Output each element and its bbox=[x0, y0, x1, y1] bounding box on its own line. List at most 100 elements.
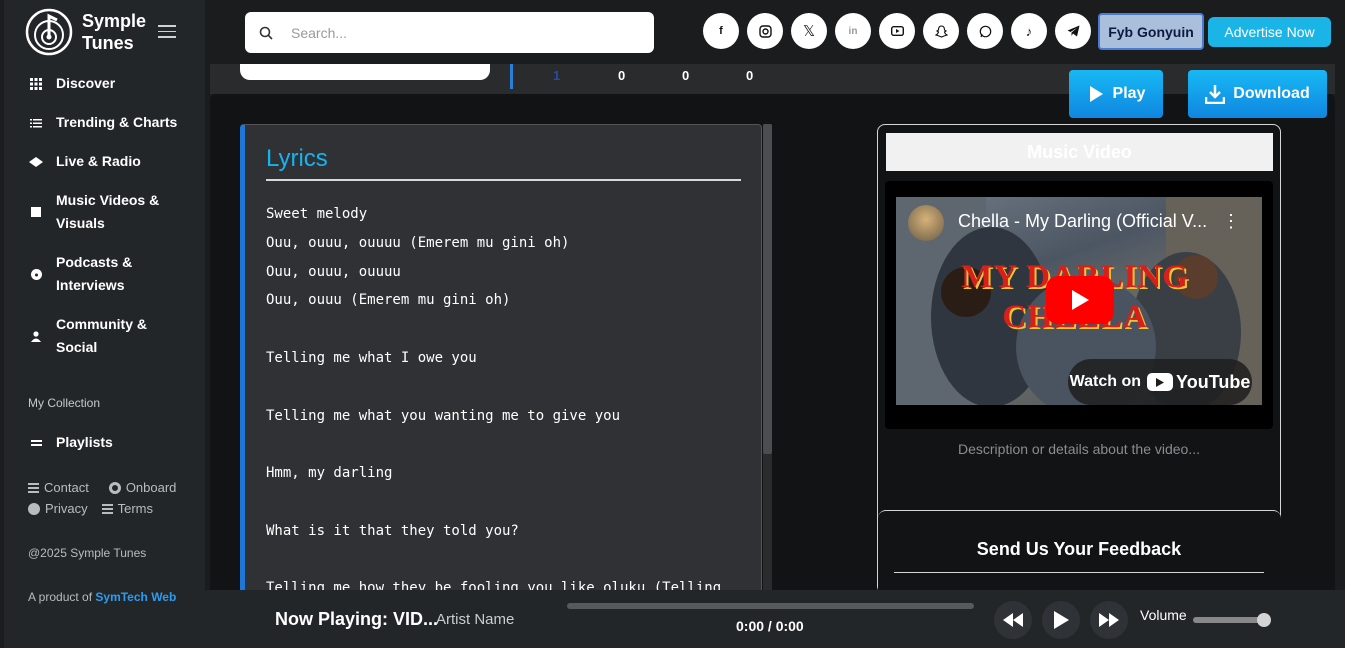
sidebar-item-label: Discover bbox=[56, 75, 116, 91]
product-credit: A product of SymTech Web bbox=[28, 588, 178, 607]
linkedin-icon[interactable]: in bbox=[835, 13, 871, 49]
stat-value: 0 bbox=[618, 68, 626, 83]
facebook-icon[interactable]: f bbox=[703, 13, 739, 49]
sidebar-item-music-videos[interactable]: Music Videos & Visuals bbox=[28, 189, 159, 235]
advertise-button[interactable]: Advertise Now bbox=[1208, 17, 1331, 47]
brand[interactable]: Symple Tunes bbox=[24, 8, 152, 56]
brand-line-2: Tunes bbox=[82, 33, 134, 53]
tiktok-icon[interactable]: ♪ bbox=[1011, 13, 1047, 49]
previous-button[interactable] bbox=[994, 601, 1032, 639]
user-icon bbox=[28, 313, 44, 359]
onboard-icon bbox=[108, 481, 121, 494]
rewind-icon bbox=[1003, 613, 1023, 627]
watch-on-label: Watch on bbox=[1069, 373, 1142, 390]
sidebar-item-label: Podcasts & Interviews bbox=[56, 254, 133, 293]
stats-strip: 1 0 0 0 bbox=[210, 64, 1335, 94]
lyrics-scrollbar-thumb[interactable] bbox=[763, 124, 772, 454]
play-pause-button[interactable] bbox=[1042, 601, 1080, 639]
sidebar-item-live-radio[interactable]: Live & Radio bbox=[28, 150, 141, 173]
symtech-link[interactable]: SymTech Web bbox=[95, 590, 176, 604]
grid-icon bbox=[28, 72, 44, 95]
search-bar[interactable] bbox=[245, 12, 654, 53]
broadcast-icon bbox=[28, 150, 44, 173]
more-options-icon[interactable]: ⋮ bbox=[1222, 211, 1240, 232]
hamburger-menu-icon[interactable] bbox=[158, 25, 176, 42]
copyright: @2025 Symple Tunes bbox=[28, 546, 147, 560]
now-playing-artist: Artist Name bbox=[436, 611, 515, 628]
video-embed[interactable]: Chella - My Darling (Official V... ⋮ MY … bbox=[885, 181, 1273, 429]
user-profile-button[interactable]: Fyb Gonyuin bbox=[1098, 13, 1204, 50]
contact-link[interactable]: Contact bbox=[28, 480, 89, 495]
top-header: f 𝕏 in ♪ Fyb Gonyuin Advertise Now bbox=[205, 0, 1345, 64]
product-prefix: A product of bbox=[28, 590, 96, 604]
sidebar-item-label: Trending & Charts bbox=[56, 114, 178, 130]
play-icon bbox=[1054, 611, 1069, 629]
sidebar-item-playlists[interactable]: Playlists bbox=[28, 431, 113, 454]
stats-accent-bar bbox=[510, 64, 513, 89]
podcast-icon bbox=[28, 251, 44, 297]
stat-value: 0 bbox=[682, 68, 690, 83]
instagram-icon[interactable] bbox=[747, 13, 783, 49]
feedback-title: Send Us Your Feedback bbox=[976, 539, 1182, 559]
sidebar-item-trending[interactable]: Trending & Charts bbox=[28, 111, 177, 134]
play-icon bbox=[1089, 86, 1103, 102]
sidebar-item-podcasts[interactable]: Podcasts & Interviews bbox=[28, 251, 132, 297]
fast-forward-icon bbox=[1099, 613, 1119, 627]
volume-label: Volume bbox=[1140, 607, 1187, 623]
youtube-video-title[interactable]: Chella - My Darling (Official V... bbox=[958, 211, 1207, 232]
play-button[interactable]: Play bbox=[1069, 70, 1163, 118]
search-input[interactable] bbox=[291, 24, 621, 41]
playback-time: 0:00 / 0:00 bbox=[736, 618, 804, 634]
youtube-logo: YouTube bbox=[1147, 372, 1250, 393]
channel-avatar[interactable] bbox=[908, 205, 944, 241]
whatsapp-icon[interactable] bbox=[967, 13, 1003, 49]
playlist-icon bbox=[28, 431, 44, 454]
play-button-label: Play bbox=[1112, 85, 1146, 102]
sidebar-item-discover[interactable]: Discover bbox=[28, 72, 115, 95]
feedback-section: Send Us Your Feedback bbox=[878, 510, 1281, 600]
snapchat-icon[interactable] bbox=[923, 13, 959, 49]
footer-links-row-1: Contact Onboard bbox=[28, 480, 176, 495]
sidebar-item-label: Music Videos & Visuals bbox=[56, 192, 160, 231]
sidebar: Symple Tunes Discover Trending & Charts … bbox=[4, 0, 205, 648]
youtube-icon[interactable] bbox=[879, 13, 915, 49]
x-icon[interactable]: 𝕏 bbox=[791, 13, 827, 49]
sidebar-item-label: Live & Radio bbox=[56, 153, 141, 169]
lyrics-panel[interactable]: Lyrics Sweet melody Ouu, ouuu, ouuuu (Em… bbox=[240, 124, 762, 604]
lyrics-divider bbox=[266, 179, 741, 181]
sidebar-item-label: Community & Social bbox=[56, 316, 147, 355]
telegram-icon[interactable] bbox=[1055, 13, 1091, 49]
download-button[interactable]: Download bbox=[1188, 70, 1327, 118]
player-bar: Now Playing: VID... Artist Name 0:00 / 0… bbox=[205, 590, 1345, 648]
play-icon bbox=[1072, 290, 1089, 310]
video-description: Description or details about the video..… bbox=[957, 441, 1201, 457]
now-playing-title: Now Playing: VID... bbox=[275, 609, 439, 629]
onboard-link[interactable]: Onboard bbox=[108, 480, 176, 495]
social-links: f 𝕏 in ♪ bbox=[703, 13, 1091, 49]
privacy-link[interactable]: Privacy bbox=[28, 501, 88, 516]
youtube-play-button[interactable] bbox=[1046, 276, 1114, 324]
contact-icon bbox=[28, 481, 39, 495]
footer-links-row-2: Privacy Terms bbox=[28, 501, 153, 516]
video-icon bbox=[28, 189, 44, 235]
list-icon bbox=[28, 111, 44, 134]
volume-slider-handle[interactable] bbox=[1257, 613, 1271, 627]
brand-line-1: Symple bbox=[82, 11, 147, 31]
progress-bar[interactable] bbox=[567, 603, 974, 609]
stat-value: 1 bbox=[553, 68, 561, 83]
terms-link[interactable]: Terms bbox=[101, 501, 154, 516]
youtube-logo-icon bbox=[1147, 373, 1174, 391]
sidebar-item-community[interactable]: Community & Social bbox=[28, 313, 147, 359]
app-root: Symple Tunes Discover Trending & Charts … bbox=[0, 0, 1345, 648]
next-button[interactable] bbox=[1090, 601, 1128, 639]
stat-value: 0 bbox=[746, 68, 754, 83]
download-icon bbox=[1205, 85, 1226, 104]
my-collection-label: My Collection bbox=[28, 396, 101, 410]
watch-on-youtube-button[interactable]: Watch on YouTube bbox=[1068, 359, 1252, 405]
sidebar-item-label: Playlists bbox=[56, 434, 113, 450]
search-icon bbox=[259, 26, 273, 40]
terms-label: Terms bbox=[117, 501, 154, 516]
song-card-edge bbox=[240, 64, 490, 80]
privacy-label: Privacy bbox=[45, 501, 88, 516]
video-thumbnail[interactable]: Chella - My Darling (Official V... ⋮ MY … bbox=[896, 197, 1262, 405]
